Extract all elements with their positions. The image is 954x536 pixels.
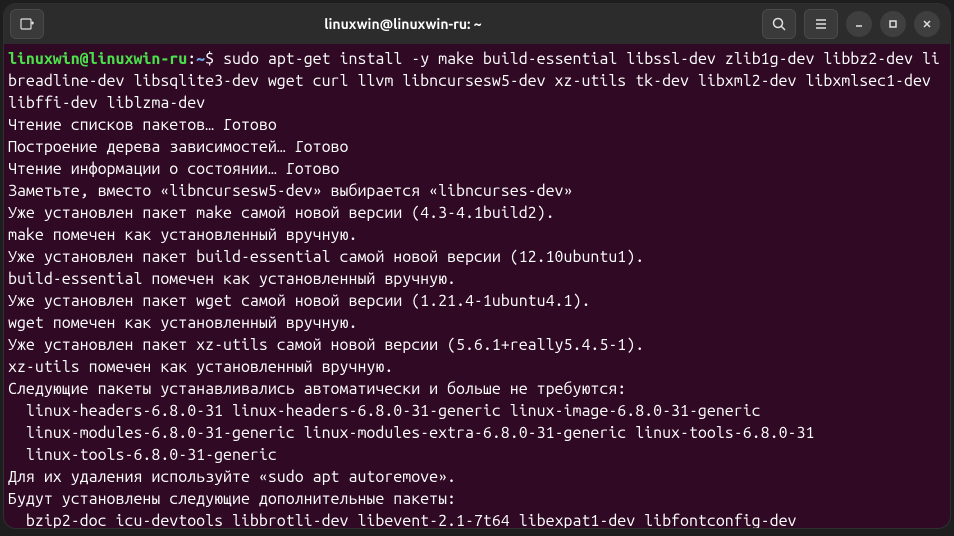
maximize-button[interactable] [880,11,906,37]
prompt-path: ~ [196,50,205,68]
menu-button[interactable] [804,9,838,39]
search-button[interactable] [762,9,796,39]
terminal-window: linuxwin@linuxwin-ru: ~ linuxwin@linuxwi… [4,4,950,528]
output-block: Чтение списков пакетов… Готово Построени… [8,116,814,528]
minimize-button[interactable] [846,11,872,37]
terminal-output[interactable]: linuxwin@linuxwin-ru:~$ sudo apt-get ins… [4,44,950,528]
titlebar: linuxwin@linuxwin-ru: ~ [4,4,950,44]
close-button[interactable] [914,11,940,37]
prompt-user-host: linuxwin@linuxwin-ru [8,50,187,68]
new-tab-button[interactable] [10,9,44,39]
prompt-colon: : [187,50,196,68]
window-title: linuxwin@linuxwin-ru: ~ [50,16,756,32]
prompt-sigil: $ [205,50,214,68]
